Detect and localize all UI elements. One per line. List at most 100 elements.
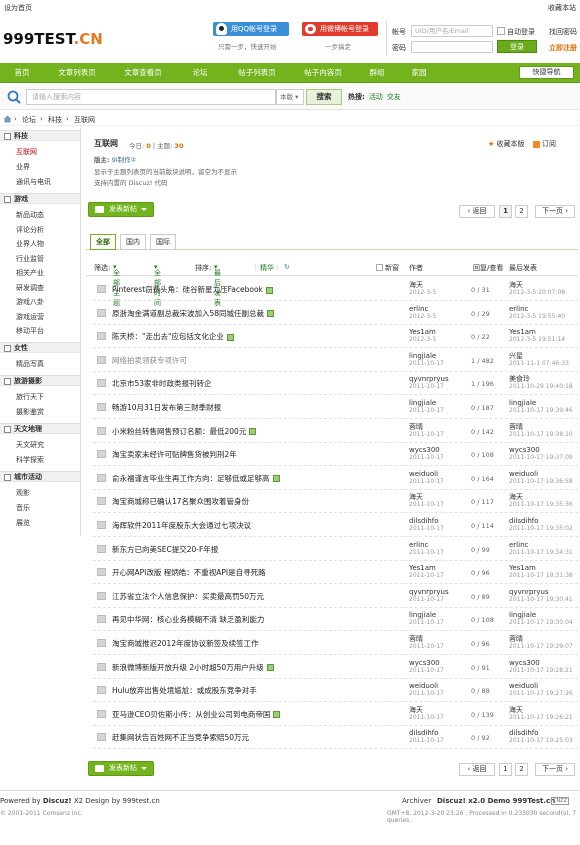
thread-title[interactable]: Pinterest窃费头角：硅谷新星力压Facebook [112, 284, 273, 295]
sidebar-group-city[interactable]: 城市活动 [0, 471, 80, 482]
sidebar-item-astronomy[interactable]: 天文研究 [16, 440, 44, 450]
thread-row[interactable]: Pinterest窃费头角：硅谷新星力压Facebook 海天 2012-3-5 0 … [93, 278, 578, 301]
nav-item-forum[interactable]: 论坛 [176, 63, 224, 83]
thread-title[interactable]: 开心网API改版 程炳皓：不重视API是自寻死路 [112, 567, 266, 578]
tab-international[interactable]: 国际 [150, 234, 176, 250]
hot-search-item[interactable]: 活动 [369, 93, 383, 101]
breadcrumb-internet[interactable]: 互联网 [74, 115, 95, 125]
thread-last-poster[interactable]: qyvnrpryus [509, 588, 549, 596]
thread-row[interactable]: 新东方已向美SEC提交20-F年报 erlinc 2011-10-17 0 / 99 e… [93, 538, 578, 561]
thread-last-date[interactable]: 2011-10-17 19:27:26 [509, 690, 573, 698]
quick-nav-button[interactable]: 快捷导航 [519, 66, 574, 79]
thread-last-poster[interactable]: wycs300 [509, 659, 540, 667]
thread-author-name[interactable]: Yes1am [409, 564, 436, 572]
thread-last-date[interactable]: 2011-10-17 19:30:04 [509, 619, 573, 627]
sidebar-item-regulation[interactable]: 行业监管 [16, 254, 44, 264]
nav-item-article-list[interactable]: 文章列表页 [44, 63, 110, 83]
sidebar-group-astro[interactable]: 天文地理 [0, 423, 80, 434]
discuz-link[interactable]: Discuz! [43, 797, 72, 805]
refresh-icon[interactable]: ↻ [284, 263, 290, 271]
weibo-login-button[interactable]: 用微博帐号登录 [302, 22, 378, 36]
sidebar-item-travel[interactable]: 旅行天下 [16, 392, 44, 402]
sidebar-item-movies[interactable]: 观影 [16, 488, 30, 498]
tab-domestic[interactable]: 国内 [120, 234, 146, 250]
thread-title[interactable]: 北京市53家非时政类报刊转企 [112, 378, 212, 389]
filter-digest[interactable]: 精华 [260, 263, 274, 273]
search-scope-select[interactable]: 本版 ▾ [276, 89, 304, 105]
thread-author-name[interactable]: lingjiale [409, 399, 436, 407]
sidebar-item-science[interactable]: 科学探索 [16, 455, 44, 465]
thread-last-poster[interactable]: weiduoli [509, 470, 538, 478]
rss-link[interactable]: 订阅 [542, 140, 556, 148]
thread-author-name[interactable]: 蓉晴 [409, 635, 423, 643]
sidebar-item-related[interactable]: 相关产业 [16, 268, 44, 278]
thread-title[interactable]: 赶集网状告百姓网不正当竞争索赔50万元 [112, 732, 249, 743]
thread-last-poster[interactable]: erlinc [509, 541, 528, 549]
thread-last-date[interactable]: 2011-10-17 19:26:21 [509, 714, 573, 722]
cnzz-badge[interactable]: CNZZ [551, 797, 569, 805]
thread-title[interactable]: 原浙淘金满道副总裁宋波加入58同城任副总裁 [112, 308, 275, 319]
page-1-button[interactable]: 1 [499, 205, 512, 218]
thread-row[interactable]: 淘宝商城称已确认17名聚众围攻着管身份 海天 2011-10-17 0 / 117 海天… [93, 490, 578, 514]
thread-row[interactable]: 开心网API改版 程炳皓：不重视API是自寻死路 Yes1am 2011-10-17… [93, 561, 578, 585]
thread-last-poster[interactable]: 蓉晴 [509, 635, 523, 643]
home-icon[interactable] [3, 115, 12, 123]
thread-row[interactable]: 亚马逊CEO贝佐斯小传：从创业公司到电商帝国 海天 2011-10-17 0 / 13… [93, 703, 578, 726]
thread-row[interactable]: 赶集网状告百姓网不正当竞争索赔50万元 dilsdihfo 2011-10-17 0 … [93, 726, 578, 750]
thread-author-name[interactable]: 蓉晴 [409, 423, 423, 431]
nav-item-thread-view[interactable]: 帖子内容页 [290, 63, 356, 83]
thread-author-name[interactable]: lingjiale [409, 611, 436, 619]
thread-author-name[interactable]: dilsdihfo [409, 729, 439, 737]
sort-select[interactable]: 最后发表 ▾ [214, 263, 221, 307]
thread-title[interactable]: 再见中华网：核心业务模糊不清 缺乏盈利能力 [112, 614, 264, 625]
bookmark-link[interactable]: 收藏本站 [548, 3, 576, 13]
thread-last-date[interactable]: 2011-10-17 19:30:41 [509, 596, 573, 604]
thread-title[interactable]: 淘宝卖家未经许可贴牌售货被判刑2年 [112, 449, 237, 460]
nav-item-thread-list[interactable]: 帖子列表页 [224, 63, 290, 83]
thread-author-name[interactable]: lingjiale [409, 352, 436, 360]
thread-last-date[interactable]: 2011-10-17 19:39:46 [509, 407, 573, 415]
thread-last-poster[interactable]: lingjiale [509, 611, 536, 619]
thread-author-name[interactable]: weiduoli [409, 470, 438, 478]
filter-all-time[interactable]: 全部时间 ▾ [154, 263, 161, 307]
thread-title[interactable]: 淘宝商城推迟2012年度协议新签及续签工作 [112, 638, 259, 649]
login-button[interactable]: 登录 [497, 40, 537, 53]
thread-title[interactable]: 陈天桥："走出去"应包括文化企业 [112, 331, 234, 342]
thread-author-name[interactable]: 海天 [409, 281, 423, 289]
thread-row[interactable]: 新浪微博新版开放升级 2小时超50万用户升级 wycs300 2011-10-17 0… [93, 656, 578, 679]
register-link[interactable]: 立即注册 [549, 43, 577, 53]
back-button[interactable]: ‹ 返回 [459, 205, 495, 218]
favorite-forum-link[interactable]: 收藏本版 [497, 140, 525, 148]
thread-last-poster[interactable]: dilsdihfo [509, 729, 539, 737]
next-page-button[interactable]: 下一页 › [535, 205, 575, 218]
thread-last-date[interactable]: 2011-10-17 19:37:09 [509, 454, 573, 462]
thread-row[interactable]: 江苏省立法个人信息保护：买卖最高罚50万元 qyvnrpryus 2011-10-1… [93, 585, 578, 608]
thread-title[interactable]: 淘宝商城称已确认17名聚众围攻着管身份 [112, 496, 249, 507]
thread-title[interactable]: 畅游10月31日发布第三财季财报 [112, 402, 221, 413]
thread-author-name[interactable]: 海天 [409, 706, 423, 714]
new-window-checkbox[interactable] [376, 264, 383, 271]
thread-author-name[interactable]: weiduoli [409, 682, 438, 690]
sidebar-item-industry[interactable]: 业界 [16, 162, 30, 172]
thread-author-name[interactable]: qyvnrpryus [409, 588, 449, 596]
thread-title[interactable]: Hulu放弃出售处境尴尬：或成股东竞争对手 [112, 685, 257, 696]
thread-last-date[interactable]: 2012-3-5 19:55:40 [509, 313, 565, 321]
thread-last-poster[interactable]: 兴星 [509, 352, 523, 360]
sidebar-item-exhibitions[interactable]: 展览 [16, 518, 30, 528]
thread-last-date[interactable]: 2011-10-17 19:35:02 [509, 525, 573, 533]
page-1-button[interactable]: 1 [499, 763, 512, 776]
thread-author-name[interactable]: dilsdihfo [409, 517, 439, 525]
sidebar-item-operations[interactable]: 游戏运营 [16, 312, 44, 322]
thread-last-poster[interactable]: wycs300 [509, 446, 540, 454]
thread-last-date[interactable]: 2011-10-17 19:38:10 [509, 431, 573, 439]
thread-author-name[interactable]: wycs300 [409, 659, 440, 667]
thread-last-date[interactable]: 2011-10-17 19:25:03 [509, 737, 573, 745]
thread-title[interactable]: 亚马逊CEO贝佐斯小传：从创业公司到电商帝国 [112, 709, 281, 720]
sidebar-group-women[interactable]: 女性 [0, 342, 80, 353]
thread-row[interactable]: 畅游10月31日发布第三财季财报 lingjiale 2011-10-17 0 / 1… [93, 396, 578, 419]
thread-author-name[interactable]: erlinc [409, 305, 428, 313]
thread-last-date[interactable]: 2011-10-17 19:35:36 [509, 501, 573, 509]
thread-author-name[interactable]: erlinc [409, 541, 428, 549]
page-2-button[interactable]: 2 [515, 205, 528, 218]
sidebar-item-reviews[interactable]: 评论分析 [16, 225, 44, 235]
